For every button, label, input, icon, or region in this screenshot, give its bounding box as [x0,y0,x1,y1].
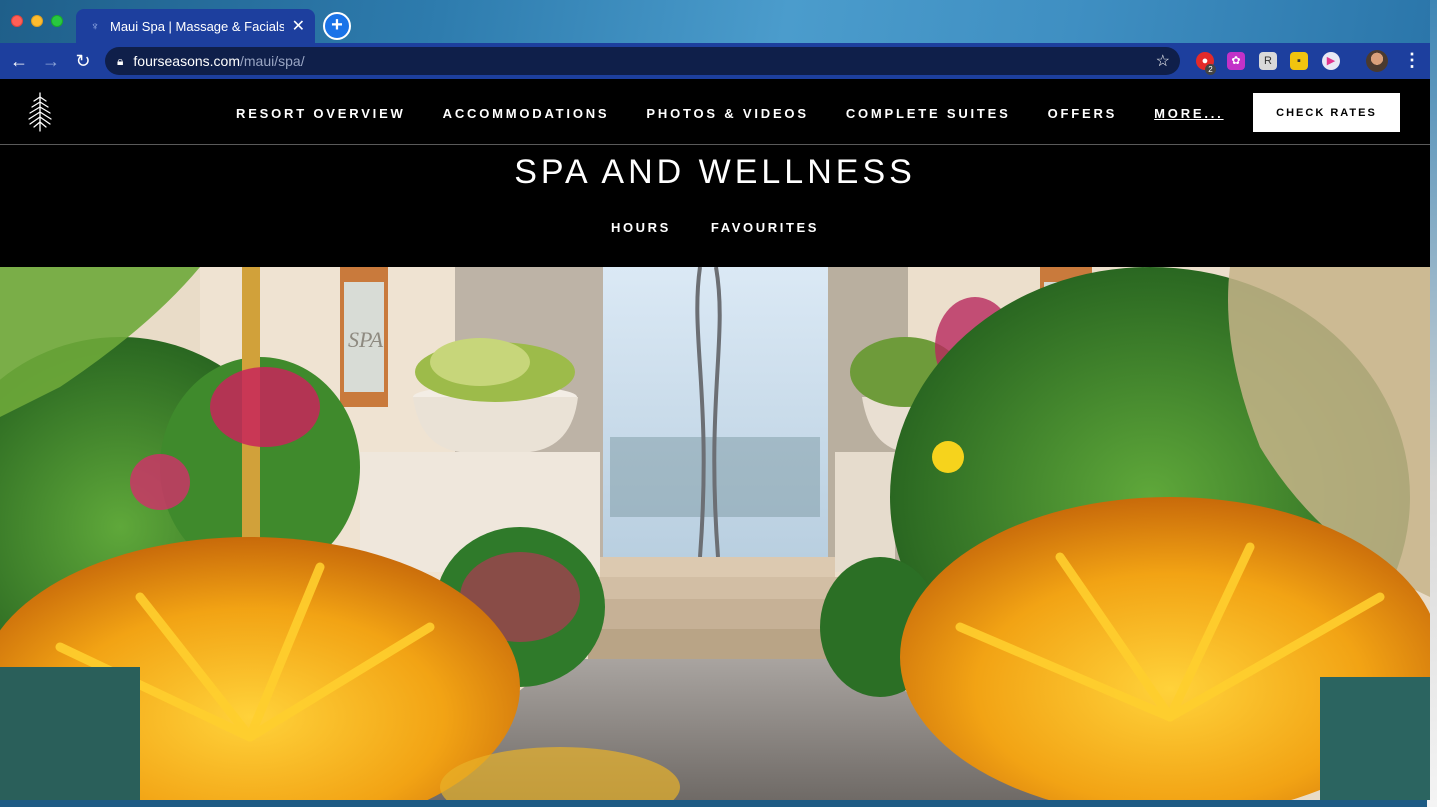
browser-toolbar: ← → ↻ 🔒︎ fourseasons.com /maui/spa/ ☆ ● … [0,43,1430,79]
reload-icon[interactable]: ↻ [67,51,99,72]
browser-menu-icon[interactable]: ⋮ [1403,50,1421,71]
hero-image: SPA [0,267,1430,800]
extension-purple-icon[interactable]: ✿ [1227,52,1245,70]
extension-play-icon[interactable]: ▶ [1322,52,1340,70]
bookmark-star-icon[interactable]: ☆ [1156,51,1170,71]
address-bar[interactable]: 🔒︎ fourseasons.com /maui/spa/ ☆ [105,47,1180,75]
url-host: fourseasons.com [133,53,240,69]
section-subnav: HOURS FAVOURITES [0,220,1430,235]
minimize-window-button[interactable] [31,15,43,27]
page-title: SPA AND WELLNESS [514,153,916,191]
section-header: SPA AND WELLNESS HOURS FAVOURITES [0,145,1430,267]
extension-badge: 2 [1205,64,1216,75]
extension-gray-icon[interactable]: R [1259,52,1277,70]
site-header: RESORT OVERVIEW ACCOMMODATIONS PHOTOS & … [0,79,1430,145]
extension-yellow-icon[interactable]: ▪ [1290,52,1308,70]
nav-more[interactable]: MORE... [1154,106,1223,121]
url-path: /maui/spa/ [240,53,305,69]
check-rates-button[interactable]: CHECK RATES [1253,93,1400,132]
nav-accommodations[interactable]: ACCOMMODATIONS [443,106,610,121]
subnav-hours[interactable]: HOURS [611,220,671,235]
lock-icon: 🔒︎ [117,53,124,68]
tab-strip: ♆ Maui Spa | Massage & Facials | ✕ + [0,0,1430,43]
maximize-window-button[interactable] [51,15,63,27]
nav-offers[interactable]: OFFERS [1048,106,1118,121]
close-tab-icon[interactable]: ✕ [292,16,305,36]
four-seasons-tree-logo-icon[interactable] [24,91,56,133]
main-navigation: RESORT OVERVIEW ACCOMMODATIONS PHOTOS & … [236,106,1224,121]
nav-photos-videos[interactable]: PHOTOS & VIDEOS [646,106,808,121]
forward-arrow-icon[interactable]: → [35,51,67,72]
browser-window: ♆ Maui Spa | Massage & Facials | ✕ + ← →… [0,0,1430,800]
back-arrow-icon[interactable]: ← [3,51,35,72]
spa-sign-text: SPA [348,327,384,352]
tab-title: Maui Spa | Massage & Facials | [110,18,284,34]
subnav-favourites[interactable]: FAVOURITES [711,220,819,235]
new-tab-button[interactable]: + [323,12,351,40]
spa-entrance-garden-image: SPA [0,267,1430,800]
four-seasons-favicon-icon: ♆ [90,19,100,33]
browser-tab-active[interactable]: ♆ Maui Spa | Massage & Facials | ✕ [76,9,315,43]
profile-avatar[interactable] [1366,50,1388,72]
nav-resort-overview[interactable]: RESORT OVERVIEW [236,106,406,121]
close-window-button[interactable] [11,15,23,27]
nav-complete-suites[interactable]: COMPLETE SUITES [846,106,1011,121]
